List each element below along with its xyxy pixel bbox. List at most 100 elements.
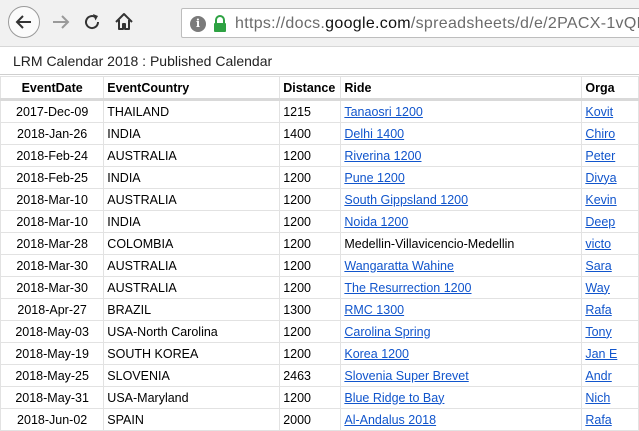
ride-cell: Wangaratta Wahine	[340, 254, 583, 277]
ride-link[interactable]: Blue Ridge to Bay	[344, 391, 444, 405]
table-row: 2018-Mar-30 AUSTRALIA 1200 The Resurrection…	[0, 276, 639, 299]
ride-cell: Noida 1200	[340, 210, 583, 233]
organizer-link[interactable]: Tony	[585, 325, 611, 339]
table-row: 2018-May-19 SOUTH KOREA 1200 Korea 1200 Jan …	[0, 342, 639, 365]
event-country-cell: COLOMBIA	[103, 232, 281, 255]
home-button[interactable]	[112, 10, 136, 34]
site-info-icon[interactable]: i	[190, 16, 206, 32]
forward-button[interactable]	[49, 10, 73, 34]
event-country-cell: INDIA	[103, 210, 281, 233]
table-row: 2018-Apr-27 BRAZIL 1300 RMC 1300 Rafa	[0, 298, 639, 321]
table-row: 2018-Jan-26 INDIA 1400 Delhi 1400 Chiro	[0, 122, 639, 145]
event-date-cell: 2018-Feb-24	[0, 144, 105, 167]
table-row: 2018-May-25 SLOVENIA 2463 Slovenia Super Br…	[0, 364, 639, 387]
organizer-link[interactable]: Nich	[585, 391, 610, 405]
event-date-cell: 2018-Mar-30	[0, 254, 105, 277]
table-row: 2018-Feb-24 AUSTRALIA 1200 Riverina 1200 Pet…	[0, 144, 639, 167]
ride-link[interactable]: Pune 1200	[344, 171, 404, 185]
ride-link[interactable]: Riverina 1200	[344, 149, 421, 163]
header-eventcountry: EventCountry	[103, 76, 281, 101]
distance-cell: 1200	[279, 166, 342, 189]
event-date-cell: 2018-May-31	[0, 386, 105, 409]
table-row: 2018-May-31 USA-Maryland 1200 Blue Ridge to…	[0, 386, 639, 409]
url-text: https://docs.google.com/spreadsheets/d/e…	[235, 15, 639, 32]
ride-link[interactable]: Al-Andalus 2018	[344, 413, 436, 427]
address-bar[interactable]: i https://docs.google.com/spreadsheets/d…	[181, 8, 639, 38]
ride-cell: Tanaosri 1200	[340, 99, 583, 123]
spreadsheet: EventDate EventCountry Distance Ride Org…	[0, 76, 639, 431]
distance-cell: 1300	[279, 298, 342, 321]
ride-cell: Delhi 1400	[340, 122, 583, 145]
reload-button[interactable]	[80, 10, 104, 34]
event-date-cell: 2018-Feb-25	[0, 166, 105, 189]
ride-link[interactable]: The Resurrection 1200	[344, 281, 471, 295]
organizer-link[interactable]: Rafa	[585, 413, 611, 427]
organizer-link[interactable]: victo	[585, 237, 611, 251]
distance-cell: 1200	[279, 210, 342, 233]
organizer-link[interactable]: Peter	[585, 149, 615, 163]
distance-cell: 1200	[279, 232, 342, 255]
organizer-cell: Sara	[581, 254, 639, 277]
ride-cell: Al-Andalus 2018	[340, 408, 583, 431]
organizer-link[interactable]: Kovit	[585, 105, 613, 119]
distance-cell: 1200	[279, 342, 342, 365]
event-date-cell: 2018-Jan-26	[0, 122, 105, 145]
event-date-cell: 2018-Mar-10	[0, 188, 105, 211]
event-date-cell: 2018-Jun-02	[0, 408, 105, 431]
event-date-cell: 2018-May-25	[0, 364, 105, 387]
organizer-cell: Kevin	[581, 188, 639, 211]
ride-cell: Korea 1200	[340, 342, 583, 365]
header-eventdate: EventDate	[0, 76, 105, 101]
ride-link[interactable]: Tanaosri 1200	[344, 105, 423, 119]
table-row: 2018-Feb-25 INDIA 1200 Pune 1200 Divya	[0, 166, 639, 189]
event-country-cell: SPAIN	[103, 408, 281, 431]
ride-link[interactable]: Slovenia Super Brevet	[344, 369, 468, 383]
organizer-cell: Chiro	[581, 122, 639, 145]
event-date-cell: 2018-Apr-27	[0, 298, 105, 321]
ride-cell: Blue Ridge to Bay	[340, 386, 583, 409]
event-country-cell: THAILAND	[103, 99, 281, 123]
ride-cell: Riverina 1200	[340, 144, 583, 167]
distance-cell: 1200	[279, 276, 342, 299]
back-button[interactable]	[8, 6, 40, 38]
organizer-cell: Tony	[581, 320, 639, 343]
lock-icon[interactable]	[212, 14, 228, 34]
event-country-cell: INDIA	[103, 122, 281, 145]
event-date-cell: 2018-Mar-10	[0, 210, 105, 233]
ride-link[interactable]: Noida 1200	[344, 215, 408, 229]
organizer-cell: Rafa	[581, 408, 639, 431]
organizer-cell: Peter	[581, 144, 639, 167]
organizer-cell: victo	[581, 232, 639, 255]
organizer-link[interactable]: Way	[585, 281, 610, 295]
table-row: 2018-Mar-10 AUSTRALIA 1200 South Gippsland …	[0, 188, 639, 211]
distance-cell: 1215	[279, 99, 342, 123]
ride-link[interactable]: South Gippsland 1200	[344, 193, 468, 207]
event-country-cell: AUSTRALIA	[103, 276, 281, 299]
table-row: 2018-Jun-02 SPAIN 2000 Al-Andalus 2018 Rafa	[0, 408, 639, 431]
ride-cell: The Resurrection 1200	[340, 276, 583, 299]
ride-link[interactable]: Carolina Spring	[344, 325, 430, 339]
event-date-cell: 2018-Mar-30	[0, 276, 105, 299]
organizer-link[interactable]: Sara	[585, 259, 611, 273]
organizer-link[interactable]: Andr	[585, 369, 611, 383]
ride-link[interactable]: RMC 1300	[344, 303, 404, 317]
ride-link[interactable]: Korea 1200	[344, 347, 409, 361]
organizer-link[interactable]: Jan E	[585, 347, 617, 361]
organizer-link[interactable]: Chiro	[585, 127, 615, 141]
back-arrow-icon	[15, 15, 31, 29]
ride-link[interactable]: Delhi 1400	[344, 127, 404, 141]
ride-link[interactable]: Wangaratta Wahine	[344, 259, 454, 273]
event-date-cell: 2017-Dec-09	[0, 99, 105, 123]
organizer-link[interactable]: Kevin	[585, 193, 616, 207]
table-row: 2018-Mar-10 INDIA 1200 Noida 1200 Deep	[0, 210, 639, 233]
organizer-link[interactable]: Divya	[585, 171, 616, 185]
ride-cell: RMC 1300	[340, 298, 583, 321]
organizer-link[interactable]: Rafa	[585, 303, 611, 317]
distance-cell: 1200	[279, 320, 342, 343]
event-country-cell: AUSTRALIA	[103, 188, 281, 211]
reload-icon	[85, 14, 100, 30]
distance-cell: 2000	[279, 408, 342, 431]
event-date-cell: 2018-May-03	[0, 320, 105, 343]
organizer-link[interactable]: Deep	[585, 215, 615, 229]
event-country-cell: SLOVENIA	[103, 364, 281, 387]
